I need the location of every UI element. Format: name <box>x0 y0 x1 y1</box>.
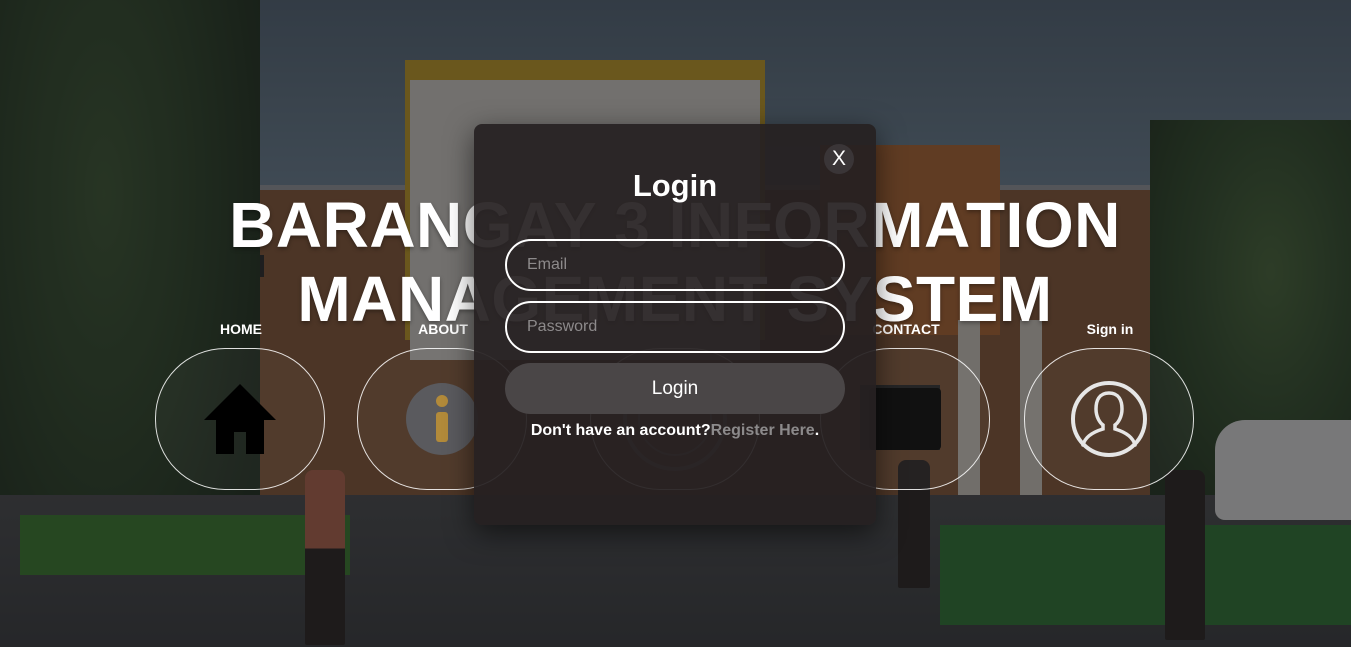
nav-tile[interactable] <box>1024 348 1194 490</box>
modal-title: Login <box>632 168 718 203</box>
nav-item-sign-in[interactable]: Sign in <box>1024 318 1196 490</box>
register-prompt-end: . <box>814 422 820 439</box>
email-field[interactable] <box>505 239 845 291</box>
nav-item-home[interactable]: HOME <box>155 318 327 490</box>
nav-tile[interactable] <box>155 348 325 490</box>
register-prompt-text: Don't have an account? <box>530 422 711 439</box>
user-icon <box>1071 381 1147 457</box>
home-icon <box>204 384 276 454</box>
register-prompt: Don't have an account?Register Here. <box>474 422 876 440</box>
contact-icon <box>869 388 941 450</box>
password-field[interactable] <box>505 301 845 353</box>
info-icon <box>406 383 478 455</box>
login-modal: X Login Login Don't have an account?Regi… <box>474 124 876 525</box>
register-link[interactable]: Register Here <box>711 422 815 439</box>
nav-label: HOME <box>220 321 262 337</box>
nav-label: Sign in <box>1086 321 1134 337</box>
login-button[interactable]: Login <box>505 363 845 414</box>
